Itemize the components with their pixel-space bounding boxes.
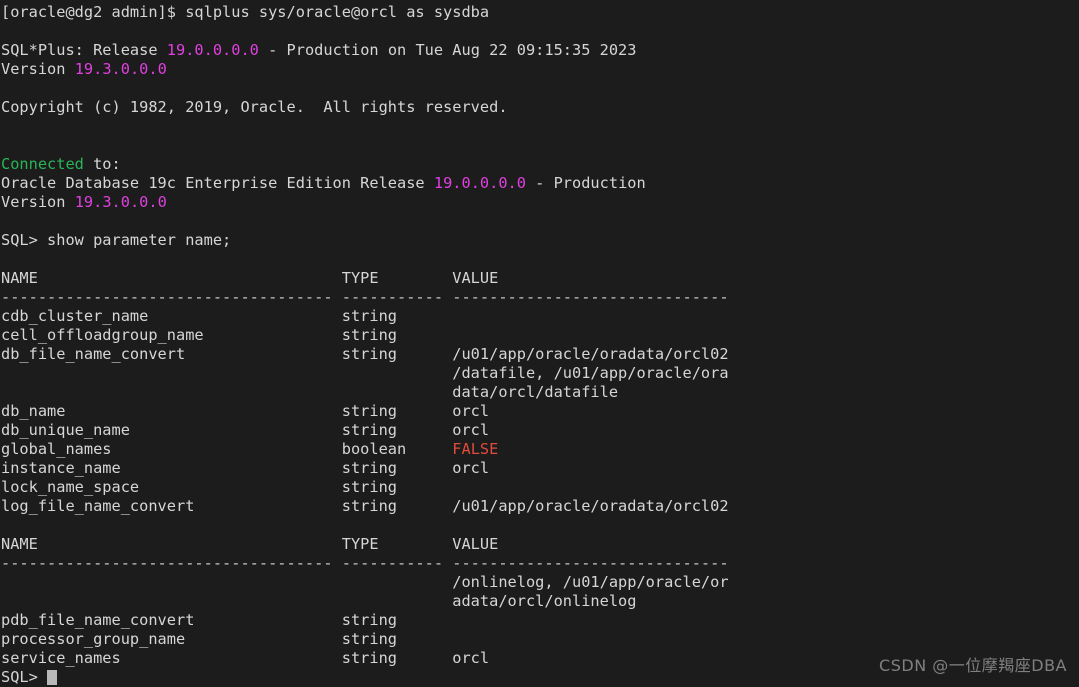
line-db-unique-name: db_unique_name string orcl (0, 421, 1079, 440)
line-db-banner-text: 19.0.0.0.0 (433, 174, 526, 192)
line-log-file-convert-c3: adata/orcl/onlinelog (0, 592, 1079, 611)
line-cdb-cluster-name-text: cdb_cluster_name string (1, 307, 398, 325)
line-blank-7 (0, 516, 1079, 535)
line-sqlplus-version: Version 19.3.0.0.0 (0, 60, 1079, 79)
line-processor-group-name-text: processor_group_name string (1, 630, 398, 648)
line-connected-to: Connected to: (0, 155, 1079, 174)
line-cdb-cluster-name: cdb_cluster_name string (0, 307, 1079, 326)
line-log-file-name-convert-text: log_file_name_convert string /u01/app/or… (1, 497, 729, 515)
line-prompt-cursor-text: SQL> (1, 668, 48, 686)
csdn-watermark: CSDN @一位摩羯座DBA (879, 656, 1067, 675)
line-rule-1: ------------------------------------ ---… (0, 288, 1079, 307)
line-sqlplus-release-text: SQL*Plus: Release (1, 41, 167, 59)
line-db-version-text: 19.3.0.0.0 (74, 193, 167, 211)
line-db-unique-name-text: db_unique_name string orcl (1, 421, 490, 439)
line-rule-2: ------------------------------------ ---… (0, 554, 1079, 573)
line-log-file-convert-c2-text: /onlinelog, /u01/app/oracle/or (1, 573, 729, 591)
line-pdb-file-name-convert-text: pdb_file_name_convert string (1, 611, 398, 629)
line-db-version: Version 19.3.0.0.0 (0, 193, 1079, 212)
line-db-file-name-convert: db_file_name_convert string /u01/app/ora… (0, 345, 1079, 364)
line-connected-to-text: to: (83, 155, 121, 173)
line-cell-offloadgroup-name: cell_offloadgroup_name string (0, 326, 1079, 345)
line-sqlplus-release-text: 19.0.0.0.0 (166, 41, 259, 59)
line-db-banner-text: - Production (525, 174, 646, 192)
line-sqlplus-version-text: Version (1, 60, 75, 78)
line-sqlplus-release: SQL*Plus: Release 19.0.0.0.0 - Productio… (0, 41, 1079, 60)
line-shell-command: [oracle@dg2 admin]$ sqlplus sys/oracle@o… (0, 3, 1079, 22)
line-header-1: NAME TYPE VALUE (0, 269, 1079, 288)
line-cell-offloadgroup-name-text: cell_offloadgroup_name string (1, 326, 398, 344)
line-rule-1-text: ------------------------------------ ---… (1, 288, 729, 306)
line-db-version-text: Version (1, 193, 75, 211)
line-global-names: global_names boolean FALSE (0, 440, 1079, 459)
line-pdb-file-name-convert: pdb_file_name_convert string (0, 611, 1079, 630)
line-sql-command: SQL> show parameter name; (0, 231, 1079, 250)
terminal-window[interactable]: [oracle@dg2 admin]$ sqlplus sys/oracle@o… (0, 0, 1079, 687)
line-db-name-text: db_name string orcl (1, 402, 490, 420)
text-cursor[interactable] (47, 670, 57, 685)
line-lock-name-space: lock_name_space string (0, 478, 1079, 497)
line-db-name: db_name string orcl (0, 402, 1079, 421)
line-db-file-name-convert-c3: data/orcl/datafile (0, 383, 1079, 402)
line-log-file-convert-c3-text: adata/orcl/onlinelog (1, 592, 637, 610)
line-blank-4 (0, 136, 1079, 155)
line-db-banner: Oracle Database 19c Enterprise Edition R… (0, 174, 1079, 193)
line-instance-name-text: instance_name string orcl (1, 459, 490, 477)
line-blank-3 (0, 117, 1079, 136)
line-log-file-convert-c2: /onlinelog, /u01/app/oracle/or (0, 573, 1079, 592)
line-connected-to-text: Connected (1, 155, 84, 173)
line-sql-command-text: SQL> show parameter name; (1, 231, 232, 249)
line-copyright-text: Copyright (c) 1982, 2019, Oracle. All ri… (1, 98, 508, 116)
line-global-names-text: global_names boolean (1, 440, 453, 458)
line-header-1-text: NAME TYPE VALUE (1, 269, 499, 287)
line-db-banner-text: Oracle Database 19c Enterprise Edition R… (1, 174, 434, 192)
line-db-file-name-convert-c2: /datafile, /u01/app/oracle/ora (0, 364, 1079, 383)
line-log-file-name-convert: log_file_name_convert string /u01/app/or… (0, 497, 1079, 516)
line-header-2: NAME TYPE VALUE (0, 535, 1079, 554)
line-blank-2 (0, 79, 1079, 98)
line-global-names-text: FALSE (452, 440, 499, 458)
line-sqlplus-version-text: 19.3.0.0.0 (74, 60, 167, 78)
line-shell-command-text: [oracle@dg2 admin]$ sqlplus sys/oracle@o… (1, 3, 490, 21)
line-db-file-name-convert-text: db_file_name_convert string /u01/app/ora… (1, 345, 729, 363)
line-rule-2-text: ------------------------------------ ---… (1, 554, 729, 572)
line-db-file-name-convert-c3-text: data/orcl/datafile (1, 383, 619, 401)
line-service-names-text: service_names string orcl (1, 649, 490, 667)
line-blank-5 (0, 212, 1079, 231)
line-instance-name: instance_name string orcl (0, 459, 1079, 478)
line-blank-6 (0, 250, 1079, 269)
line-blank-1 (0, 22, 1079, 41)
line-processor-group-name: processor_group_name string (0, 630, 1079, 649)
line-lock-name-space-text: lock_name_space string (1, 478, 398, 496)
terminal-output[interactable]: [oracle@dg2 admin]$ sqlplus sys/oracle@o… (0, 3, 1079, 687)
line-sqlplus-release-text: - Production on Tue Aug 22 09:15:35 2023 (258, 41, 637, 59)
line-copyright: Copyright (c) 1982, 2019, Oracle. All ri… (0, 98, 1079, 117)
line-header-2-text: NAME TYPE VALUE (1, 535, 499, 553)
line-db-file-name-convert-c2-text: /datafile, /u01/app/oracle/ora (1, 364, 729, 382)
